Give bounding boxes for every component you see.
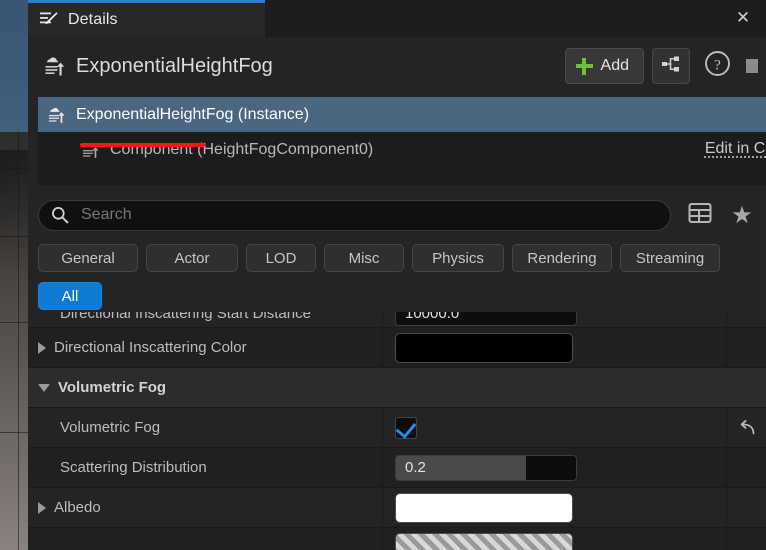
- details-panel: Details ✕ ExponentialHeightFog Add ? Exp…: [28, 0, 766, 550]
- checkbox-volumetric-fog[interactable]: [395, 416, 417, 439]
- property-label: Albedo: [54, 499, 101, 516]
- property-reset-cell: [726, 528, 766, 550]
- question-mark-icon: ?: [704, 50, 731, 82]
- filter-chip-actor[interactable]: Actor: [146, 244, 238, 272]
- filter-chip-lod[interactable]: LOD: [246, 244, 316, 272]
- number-value: 0.2: [405, 459, 426, 476]
- table-view-button[interactable]: [687, 202, 713, 228]
- number-value: 10000.0: [405, 312, 460, 322]
- close-icon[interactable]: ✕: [734, 9, 752, 27]
- property-name-cell: [28, 528, 383, 550]
- property-value-cell: 10000.0: [383, 312, 726, 327]
- property-name-cell: Albedo: [28, 488, 383, 527]
- property-row-directional-inscattering-start-distance[interactable]: Directional Inscattering Start Distance …: [28, 312, 766, 328]
- outliner-row-component[interactable]: Component (HeightFogComponent0) Edit in …: [38, 132, 766, 167]
- check-icon: [395, 416, 417, 439]
- filter-chip-rendering[interactable]: Rendering: [512, 244, 612, 272]
- property-label: Scattering Distribution: [60, 459, 207, 476]
- color-swatch-inscattering-color[interactable]: [395, 332, 573, 363]
- outliner-instance-label: ExponentialHeightFog (Instance): [76, 105, 310, 123]
- search-input[interactable]: [79, 205, 658, 225]
- height-fog-icon: [80, 140, 100, 160]
- filter-chip-streaming[interactable]: Streaming: [620, 244, 720, 272]
- panel-header: ExponentialHeightFog Add ?: [28, 37, 766, 95]
- property-name-cell: Scattering Distribution: [28, 448, 383, 487]
- property-reset-cell: [726, 448, 766, 487]
- star-icon: ★: [731, 201, 753, 229]
- svg-text:?: ?: [714, 58, 721, 74]
- property-name-cell: Directional Inscattering Start Distance: [28, 312, 383, 327]
- help-button[interactable]: ?: [702, 51, 732, 81]
- property-name-cell: Volumetric Fog: [28, 408, 383, 447]
- outliner-row-instance[interactable]: ExponentialHeightFog (Instance): [38, 97, 766, 132]
- height-fog-icon: [42, 54, 66, 78]
- property-label: Directional Inscattering Color: [54, 339, 247, 356]
- edit-in-cpp-link[interactable]: Edit in C++: [705, 140, 766, 158]
- slider-input-scattering-distribution[interactable]: 0.2: [395, 454, 577, 481]
- property-list: Directional Inscattering Start Distance …: [28, 312, 766, 550]
- chevron-right-icon[interactable]: [38, 501, 46, 514]
- height-fog-icon: [46, 105, 66, 125]
- page-title: ExponentialHeightFog: [76, 54, 273, 77]
- tab-strip: Details ✕: [28, 0, 766, 37]
- property-row-scattering-distribution[interactable]: Scattering Distribution 0.2: [28, 448, 766, 488]
- filter-chip-row: General Actor LOD Misc Physics Rendering Strea…: [38, 244, 766, 272]
- outliner-component-label: Component (HeightFogComponent0): [110, 140, 374, 158]
- property-reset-cell: [726, 408, 766, 447]
- reset-arrow-icon[interactable]: [737, 418, 757, 438]
- filter-chip-physics[interactable]: Physics: [412, 244, 504, 272]
- property-reset-cell: [726, 312, 766, 327]
- overflow-icon[interactable]: [746, 59, 758, 73]
- chevron-down-icon[interactable]: [38, 383, 50, 392]
- property-reset-cell: [726, 488, 766, 527]
- color-swatch-albedo[interactable]: [395, 492, 573, 523]
- plus-icon: [575, 57, 593, 75]
- property-row-albedo[interactable]: Albedo: [28, 488, 766, 528]
- search-row: ★: [28, 192, 766, 238]
- property-row-partial[interactable]: [28, 528, 766, 550]
- filter-chip-all[interactable]: All: [38, 282, 102, 310]
- section-name-cell: Volumetric Fog: [28, 368, 766, 407]
- chevron-right-icon[interactable]: [38, 341, 46, 354]
- hierarchy-button[interactable]: [652, 48, 690, 84]
- property-label: Volumetric Fog: [60, 419, 161, 436]
- favorite-button[interactable]: ★: [729, 202, 755, 228]
- table-view-icon: [688, 202, 712, 229]
- property-row-directional-inscattering-color[interactable]: Directional Inscattering Color: [28, 328, 766, 368]
- search-box[interactable]: [38, 199, 671, 231]
- filter-chip-misc[interactable]: Misc: [324, 244, 404, 272]
- tab-details-label: Details: [68, 11, 118, 28]
- filter-chip-general[interactable]: General: [38, 244, 138, 272]
- tab-details[interactable]: Details: [28, 0, 265, 37]
- property-value-cell: [383, 408, 726, 447]
- hierarchy-icon: [661, 55, 681, 78]
- color-swatch-partial[interactable]: [395, 532, 573, 550]
- number-input-start-distance[interactable]: 10000.0: [395, 312, 577, 326]
- property-reset-cell: [726, 328, 766, 367]
- details-pencil-icon: [40, 11, 58, 29]
- add-button-label: Add: [600, 57, 629, 74]
- component-outliner: ExponentialHeightFog (Instance) Componen…: [38, 97, 766, 185]
- section-label: Volumetric Fog: [58, 379, 167, 396]
- add-button[interactable]: Add: [564, 48, 644, 84]
- property-value-cell: 0.2: [383, 448, 726, 487]
- property-section-volumetric-fog[interactable]: Volumetric Fog: [28, 368, 766, 408]
- property-row-volumetric-fog[interactable]: Volumetric Fog: [28, 408, 766, 448]
- property-label: Directional Inscattering Start Distance: [60, 312, 311, 322]
- property-name-cell: Directional Inscattering Color: [28, 328, 383, 367]
- property-value-cell: [383, 528, 726, 550]
- property-value-cell: [383, 488, 726, 527]
- search-icon: [51, 206, 69, 224]
- property-value-cell: [383, 328, 726, 367]
